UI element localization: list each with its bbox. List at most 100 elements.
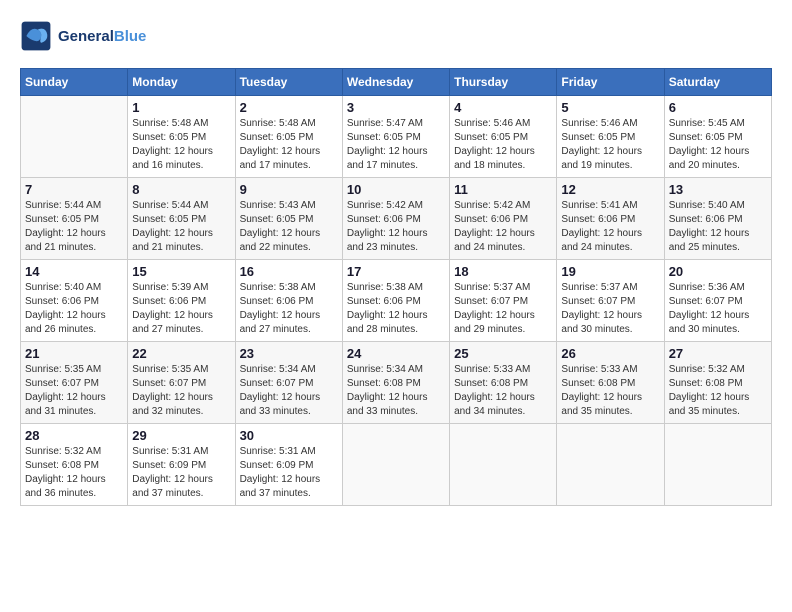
calendar-day-cell: 9 Sunrise: 5:43 AM Sunset: 6:05 PM Daylig… bbox=[235, 178, 342, 260]
calendar-week-row: 1 Sunrise: 5:48 AM Sunset: 6:05 PM Daylig… bbox=[21, 96, 772, 178]
day-number: 4 bbox=[454, 100, 552, 115]
calendar-empty-cell bbox=[664, 424, 771, 506]
day-info: Sunrise: 5:32 AM Sunset: 6:08 PM Dayligh… bbox=[25, 445, 123, 501]
calendar-week-row: 28 Sunrise: 5:32 AM Sunset: 6:08 PM Dayli… bbox=[21, 424, 772, 506]
calendar-day-cell: 28 Sunrise: 5:32 AM Sunset: 6:08 PM Dayli… bbox=[21, 424, 128, 506]
day-number: 14 bbox=[25, 264, 123, 279]
day-number: 26 bbox=[561, 346, 659, 361]
day-number: 13 bbox=[669, 182, 767, 197]
day-info: Sunrise: 5:45 AM Sunset: 6:05 PM Dayligh… bbox=[669, 117, 767, 173]
day-number: 9 bbox=[240, 182, 338, 197]
day-info: Sunrise: 5:42 AM Sunset: 6:06 PM Dayligh… bbox=[347, 199, 445, 255]
day-info: Sunrise: 5:35 AM Sunset: 6:07 PM Dayligh… bbox=[25, 363, 123, 419]
day-info: Sunrise: 5:48 AM Sunset: 6:05 PM Dayligh… bbox=[132, 117, 230, 173]
calendar-day-header: Sunday bbox=[21, 69, 128, 96]
day-number: 11 bbox=[454, 182, 552, 197]
day-number: 22 bbox=[132, 346, 230, 361]
calendar-day-cell: 11 Sunrise: 5:42 AM Sunset: 6:06 PM Dayli… bbox=[450, 178, 557, 260]
calendar-day-header: Thursday bbox=[450, 69, 557, 96]
calendar-day-cell: 14 Sunrise: 5:40 AM Sunset: 6:06 PM Dayli… bbox=[21, 260, 128, 342]
day-number: 2 bbox=[240, 100, 338, 115]
day-number: 29 bbox=[132, 428, 230, 443]
day-info: Sunrise: 5:36 AM Sunset: 6:07 PM Dayligh… bbox=[669, 281, 767, 337]
calendar-empty-cell bbox=[21, 96, 128, 178]
calendar-day-cell: 13 Sunrise: 5:40 AM Sunset: 6:06 PM Dayli… bbox=[664, 178, 771, 260]
day-info: Sunrise: 5:38 AM Sunset: 6:06 PM Dayligh… bbox=[240, 281, 338, 337]
day-info: Sunrise: 5:31 AM Sunset: 6:09 PM Dayligh… bbox=[240, 445, 338, 501]
calendar-day-cell: 16 Sunrise: 5:38 AM Sunset: 6:06 PM Dayli… bbox=[235, 260, 342, 342]
day-info: Sunrise: 5:44 AM Sunset: 6:05 PM Dayligh… bbox=[132, 199, 230, 255]
calendar-day-header: Friday bbox=[557, 69, 664, 96]
day-info: Sunrise: 5:46 AM Sunset: 6:05 PM Dayligh… bbox=[454, 117, 552, 173]
calendar-day-cell: 12Sunrise: 5:41 AM Sunset: 6:06 PM Dayli… bbox=[557, 178, 664, 260]
day-number: 23 bbox=[240, 346, 338, 361]
day-info: Sunrise: 5:48 AM Sunset: 6:05 PM Dayligh… bbox=[240, 117, 338, 173]
calendar-empty-cell bbox=[557, 424, 664, 506]
day-info: Sunrise: 5:34 AM Sunset: 6:08 PM Dayligh… bbox=[347, 363, 445, 419]
day-number: 3 bbox=[347, 100, 445, 115]
day-number: 8 bbox=[132, 182, 230, 197]
day-info: Sunrise: 5:34 AM Sunset: 6:07 PM Dayligh… bbox=[240, 363, 338, 419]
day-number: 6 bbox=[669, 100, 767, 115]
day-number: 30 bbox=[240, 428, 338, 443]
day-info: Sunrise: 5:31 AM Sunset: 6:09 PM Dayligh… bbox=[132, 445, 230, 501]
calendar-day-cell: 22 Sunrise: 5:35 AM Sunset: 6:07 PM Dayli… bbox=[128, 342, 235, 424]
calendar-day-cell: 19 Sunrise: 5:37 AM Sunset: 6:07 PM Dayli… bbox=[557, 260, 664, 342]
calendar-day-cell: 5 Sunrise: 5:46 AM Sunset: 6:05 PM Daylig… bbox=[557, 96, 664, 178]
day-number: 24 bbox=[347, 346, 445, 361]
calendar-day-cell: 27 Sunrise: 5:32 AM Sunset: 6:08 PM Dayli… bbox=[664, 342, 771, 424]
day-number: 28 bbox=[25, 428, 123, 443]
day-info: Sunrise: 5:32 AM Sunset: 6:08 PM Dayligh… bbox=[669, 363, 767, 419]
day-info: Sunrise: 5:38 AM Sunset: 6:06 PM Dayligh… bbox=[347, 281, 445, 337]
day-info: Sunrise: 5:40 AM Sunset: 6:06 PM Dayligh… bbox=[25, 281, 123, 337]
calendar-day-cell: 1 Sunrise: 5:48 AM Sunset: 6:05 PM Daylig… bbox=[128, 96, 235, 178]
day-info: Sunrise: 5:42 AM Sunset: 6:06 PM Dayligh… bbox=[454, 199, 552, 255]
calendar-week-row: 21 Sunrise: 5:35 AM Sunset: 6:07 PM Dayli… bbox=[21, 342, 772, 424]
day-info: Sunrise: 5:37 AM Sunset: 6:07 PM Dayligh… bbox=[561, 281, 659, 337]
day-info: Sunrise: 5:46 AM Sunset: 6:05 PM Dayligh… bbox=[561, 117, 659, 173]
day-number: 21 bbox=[25, 346, 123, 361]
day-number: 27 bbox=[669, 346, 767, 361]
calendar-day-cell: 18 Sunrise: 5:37 AM Sunset: 6:07 PM Dayli… bbox=[450, 260, 557, 342]
day-info: Sunrise: 5:40 AM Sunset: 6:06 PM Dayligh… bbox=[669, 199, 767, 255]
logo-text: GeneralBlue bbox=[58, 28, 146, 45]
day-number: 17 bbox=[347, 264, 445, 279]
day-info: Sunrise: 5:37 AM Sunset: 6:07 PM Dayligh… bbox=[454, 281, 552, 337]
calendar-day-cell: 3Sunrise: 5:47 AM Sunset: 6:05 PM Daylig… bbox=[342, 96, 449, 178]
day-info: Sunrise: 5:33 AM Sunset: 6:08 PM Dayligh… bbox=[561, 363, 659, 419]
day-number: 5 bbox=[561, 100, 659, 115]
calendar-day-cell: 10Sunrise: 5:42 AM Sunset: 6:06 PM Dayli… bbox=[342, 178, 449, 260]
day-info: Sunrise: 5:33 AM Sunset: 6:08 PM Dayligh… bbox=[454, 363, 552, 419]
day-number: 1 bbox=[132, 100, 230, 115]
day-number: 25 bbox=[454, 346, 552, 361]
day-number: 12 bbox=[561, 182, 659, 197]
logo: GeneralBlue bbox=[20, 20, 146, 52]
calendar-day-cell: 8 Sunrise: 5:44 AM Sunset: 6:05 PM Daylig… bbox=[128, 178, 235, 260]
calendar-day-cell: 23 Sunrise: 5:34 AM Sunset: 6:07 PM Dayli… bbox=[235, 342, 342, 424]
calendar-day-header: Wednesday bbox=[342, 69, 449, 96]
day-number: 19 bbox=[561, 264, 659, 279]
calendar-header-row: SundayMondayTuesdayWednesdayThursdayFrid… bbox=[21, 69, 772, 96]
day-number: 7 bbox=[25, 182, 123, 197]
calendar-day-cell: 21 Sunrise: 5:35 AM Sunset: 6:07 PM Dayli… bbox=[21, 342, 128, 424]
day-number: 16 bbox=[240, 264, 338, 279]
calendar-day-cell: 26 Sunrise: 5:33 AM Sunset: 6:08 PM Dayli… bbox=[557, 342, 664, 424]
calendar-day-cell: 20Sunrise: 5:36 AM Sunset: 6:07 PM Dayli… bbox=[664, 260, 771, 342]
calendar-day-cell: 25 Sunrise: 5:33 AM Sunset: 6:08 PM Dayli… bbox=[450, 342, 557, 424]
calendar-empty-cell bbox=[342, 424, 449, 506]
calendar-day-cell: 29 Sunrise: 5:31 AM Sunset: 6:09 PM Dayli… bbox=[128, 424, 235, 506]
calendar-week-row: 7 Sunrise: 5:44 AM Sunset: 6:05 PM Daylig… bbox=[21, 178, 772, 260]
calendar-day-cell: 15Sunrise: 5:39 AM Sunset: 6:06 PM Dayli… bbox=[128, 260, 235, 342]
calendar-day-cell: 7 Sunrise: 5:44 AM Sunset: 6:05 PM Daylig… bbox=[21, 178, 128, 260]
calendar-empty-cell bbox=[450, 424, 557, 506]
page-header: GeneralBlue bbox=[20, 20, 772, 52]
calendar-day-cell: 17 Sunrise: 5:38 AM Sunset: 6:06 PM Dayli… bbox=[342, 260, 449, 342]
calendar-day-cell: 6 Sunrise: 5:45 AM Sunset: 6:05 PM Daylig… bbox=[664, 96, 771, 178]
calendar-day-header: Monday bbox=[128, 69, 235, 96]
calendar-day-cell: 24 Sunrise: 5:34 AM Sunset: 6:08 PM Dayli… bbox=[342, 342, 449, 424]
calendar-day-cell: 2 Sunrise: 5:48 AM Sunset: 6:05 PM Daylig… bbox=[235, 96, 342, 178]
day-number: 18 bbox=[454, 264, 552, 279]
day-info: Sunrise: 5:44 AM Sunset: 6:05 PM Dayligh… bbox=[25, 199, 123, 255]
day-info: Sunrise: 5:43 AM Sunset: 6:05 PM Dayligh… bbox=[240, 199, 338, 255]
day-info: Sunrise: 5:35 AM Sunset: 6:07 PM Dayligh… bbox=[132, 363, 230, 419]
